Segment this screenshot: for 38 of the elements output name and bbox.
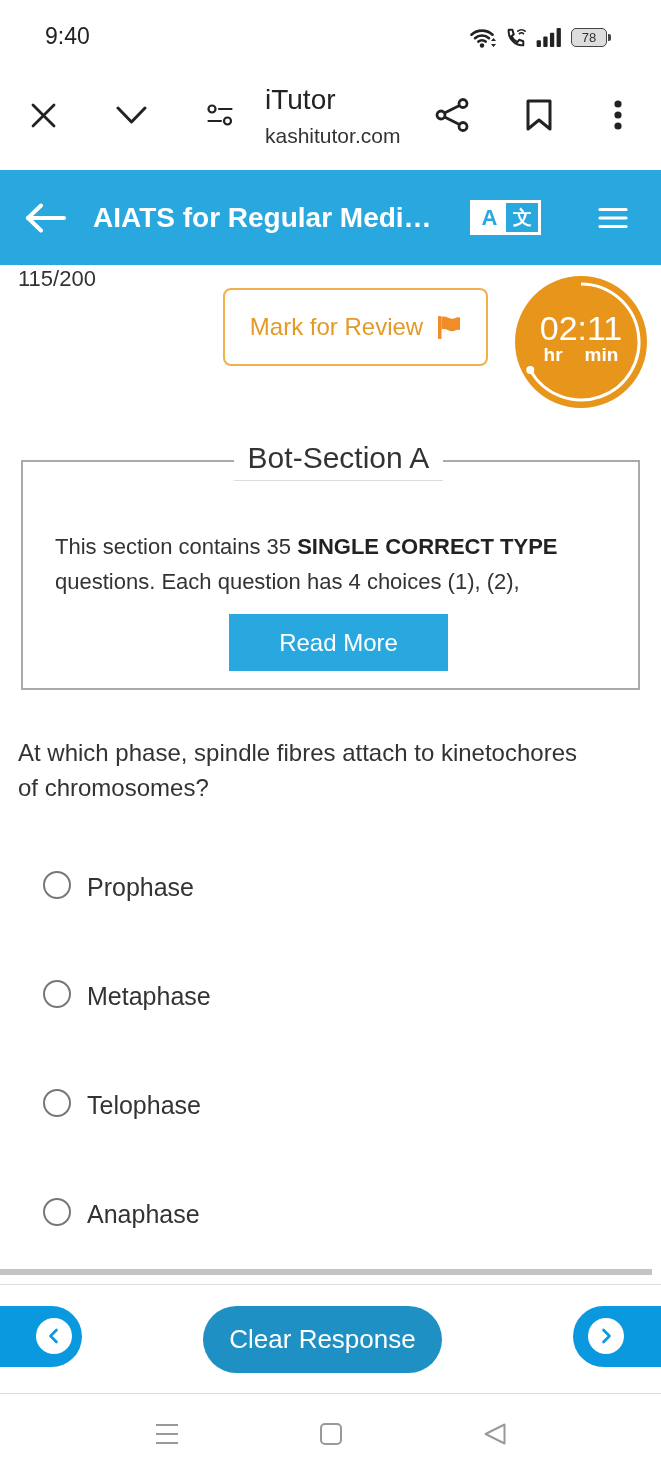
- radio-button[interactable]: [43, 870, 71, 899]
- back-icon[interactable]: [483, 1422, 506, 1445]
- phone-wifi-icon: [505, 27, 527, 48]
- option-label[interactable]: Metaphase: [87, 982, 211, 1011]
- previous-button[interactable]: [0, 1305, 82, 1367]
- timer-unit: hr: [543, 345, 563, 365]
- clock-time: 9:40: [45, 22, 90, 50]
- tune-icon[interactable]: [207, 104, 233, 126]
- section-title: Bot-Section A: [233, 440, 444, 481]
- share-icon[interactable]: [435, 98, 469, 132]
- radio-button[interactable]: [43, 1088, 71, 1117]
- page-url: kashitutor.com: [265, 123, 402, 149]
- timer-unit: min: [584, 345, 619, 365]
- radio-button[interactable]: [43, 1197, 71, 1226]
- timer-time: 02:11: [539, 311, 623, 345]
- option-label[interactable]: Anaphase: [87, 1200, 200, 1229]
- menu-icon[interactable]: [598, 206, 628, 229]
- next-button[interactable]: [573, 1305, 661, 1367]
- chevron-right-icon: [588, 1318, 624, 1354]
- chevron-left-icon: [36, 1318, 72, 1354]
- page-title: iTutor: [265, 85, 337, 115]
- menu-icon[interactable]: [155, 1422, 178, 1445]
- bookmark-icon[interactable]: [526, 99, 552, 131]
- clear-response-button[interactable]: Clear Response: [203, 1305, 442, 1373]
- option-label[interactable]: Telophase: [87, 1091, 201, 1120]
- question-text: At which phase, spindle fibres attach to kinetochores of chromosomes?: [18, 738, 578, 803]
- radio-button[interactable]: [43, 979, 71, 1008]
- question-counter: 115/200: [17, 267, 97, 291]
- flag-icon: [437, 315, 462, 339]
- section-instructions: This section contains 35 SINGLE CORRECT TYPE questions. Each question has 4 choices (1), (2),: [55, 533, 559, 596]
- square-icon[interactable]: [319, 1422, 342, 1445]
- option-label[interactable]: Prophase: [87, 873, 195, 902]
- signal-icon: [536, 28, 562, 47]
- exam-title: AIATS for Regular Medi…: [93, 201, 433, 234]
- more-icon[interactable]: [614, 100, 622, 130]
- close-icon[interactable]: [31, 102, 56, 128]
- chevron-down-icon[interactable]: [116, 105, 147, 125]
- wifi-icon: [470, 27, 496, 48]
